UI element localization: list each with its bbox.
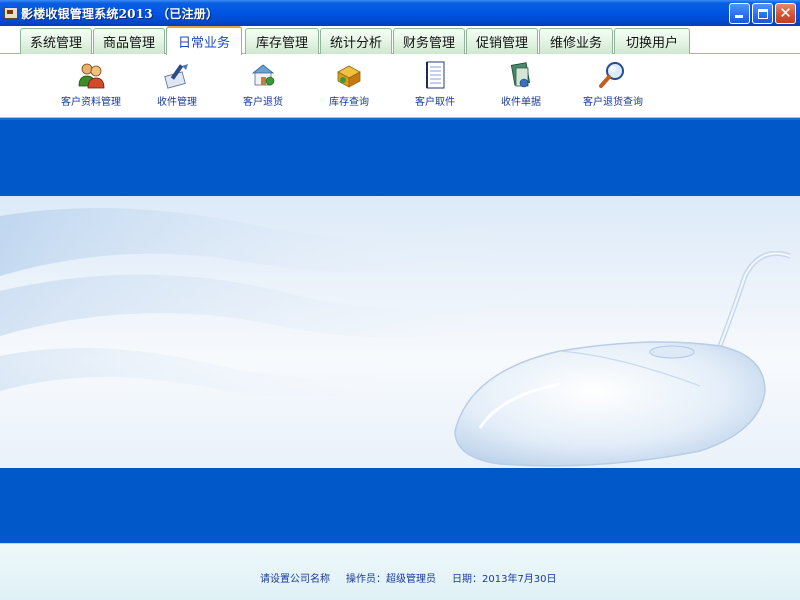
mouse-illustration [0, 208, 791, 467]
title-bar[interactable]: 影楼收银管理系统2013 （已注册） ✕ [0, 0, 800, 26]
receive-management-button[interactable]: 收件管理 [134, 60, 220, 114]
customer-pickup-label: 客户取件 [415, 97, 455, 108]
maximize-button[interactable] [752, 3, 773, 24]
tab-switch-user[interactable]: 切换用户 [614, 28, 690, 54]
inventory-query-button[interactable]: 库存查询 [306, 60, 392, 114]
workspace-bottom-band [0, 468, 800, 543]
receive-document-button[interactable]: 收件单据 [478, 60, 564, 114]
search-icon [599, 62, 624, 88]
tab-promotion-management[interactable]: 促销管理 [466, 28, 538, 54]
customer-profile-label: 客户资料管理 [61, 97, 121, 108]
status-date: 日期：2013年7月30日 [452, 574, 557, 585]
tab-finance-management[interactable]: 财务管理 [393, 28, 465, 54]
window-controls: ✕ [729, 3, 796, 24]
receive-document-label: 收件单据 [501, 97, 541, 108]
window-title: 影楼收银管理系统2013 （已注册） [21, 6, 219, 21]
status-operator: 操作员：超级管理员 [346, 574, 436, 585]
toolbar: 客户资料管理 收件管理 客户退货 库存查询 客户取件 收件单据 客户退货查询 [0, 54, 800, 118]
notebook-icon [426, 61, 445, 89]
minimize-icon [735, 15, 743, 18]
tab-daily-business[interactable]: 日常业务 [166, 26, 242, 55]
inventory-icon [337, 65, 361, 88]
app-icon[interactable] [4, 7, 18, 19]
close-icon: ✕ [779, 4, 792, 22]
receive-icon [164, 64, 188, 89]
receive-management-label: 收件管理 [157, 97, 197, 108]
maximize-icon [758, 9, 768, 19]
background-banner [0, 196, 800, 468]
return-icon [251, 64, 275, 86]
minimize-button[interactable] [729, 3, 750, 24]
customer-return-query-button[interactable]: 客户退货查询 [568, 60, 658, 114]
customer-pickup-button[interactable]: 客户取件 [392, 60, 478, 114]
customer-profile-button[interactable]: 客户资料管理 [48, 60, 134, 114]
users-icon [78, 63, 105, 89]
tab-repair-business[interactable]: 维修业务 [539, 28, 613, 54]
tab-inventory-management[interactable]: 库存管理 [245, 28, 319, 54]
customer-return-button[interactable]: 客户退货 [220, 60, 306, 114]
tab-statistics[interactable]: 统计分析 [320, 28, 392, 54]
receipt-icon [510, 62, 531, 88]
tab-product-management[interactable]: 商品管理 [93, 28, 165, 54]
inventory-query-label: 库存查询 [329, 97, 369, 108]
status-company-name: 请设置公司名称 [260, 574, 330, 585]
main-tabs: 系统管理 商品管理 日常业务 库存管理 统计分析 财务管理 促销管理 维修业务 … [0, 26, 800, 55]
tab-system-management[interactable]: 系统管理 [20, 28, 92, 54]
status-bar: 请设置公司名称 操作员：超级管理员 日期：2013年7月30日 [0, 543, 800, 600]
customer-return-label: 客户退货 [243, 97, 283, 108]
close-button[interactable]: ✕ [775, 3, 796, 24]
customer-return-query-label: 客户退货查询 [583, 97, 643, 108]
workspace-top-band [0, 118, 800, 196]
